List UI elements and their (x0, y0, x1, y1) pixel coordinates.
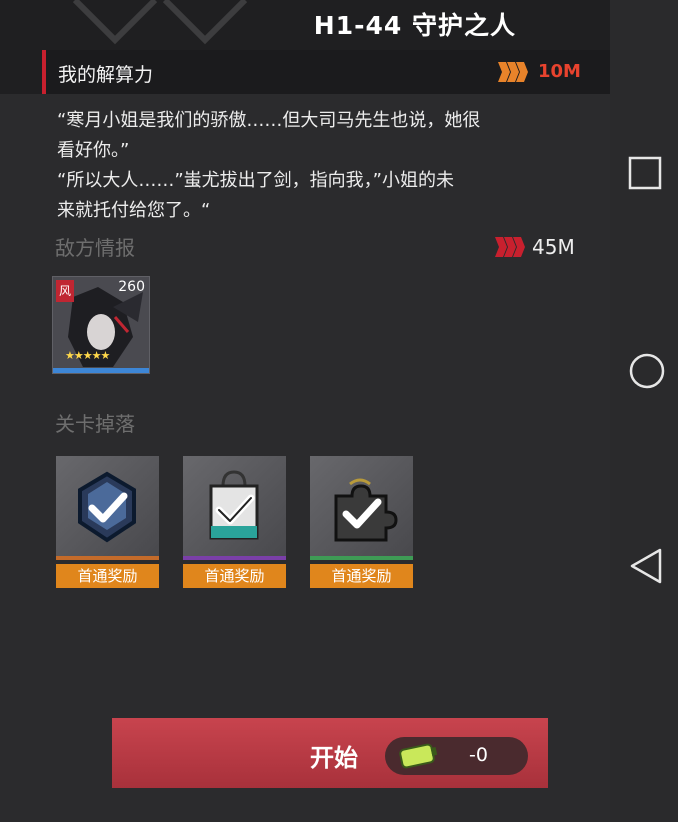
story-line: “寒月小姐是我们的骄傲……但大司马先生也说，她很 (57, 110, 481, 131)
android-nav-bar (610, 0, 678, 822)
enemy-info-title: 敌方情报 (55, 236, 135, 260)
story-line: 看好你。” (57, 140, 130, 161)
calc-stripes-icon (498, 62, 528, 82)
calc-accent (42, 50, 46, 94)
story-line: “所以大人……”蚩尤拔出了剑，指向我，”小姐的未 (57, 170, 454, 191)
calc-power-bar: 我的解算力 10M (42, 50, 620, 94)
drop-item-puzzle[interactable]: 首通奖励 (310, 456, 413, 588)
drop-stripe (56, 556, 159, 560)
drop-stripe (310, 556, 413, 560)
crystal-icon (78, 471, 136, 543)
drop-label: 首通奖励 (183, 564, 286, 588)
drop-label: 首通奖励 (56, 564, 159, 588)
calc-label: 我的解算力 (58, 64, 154, 86)
stamina-cost: -0 (385, 737, 528, 775)
bag-icon (209, 470, 259, 540)
drop-item-crystal[interactable]: 首通奖励 (56, 456, 159, 588)
drops-title: 关卡掉落 (55, 412, 135, 436)
story-line: 来就托付给您了。“ (57, 200, 211, 221)
element-badge: 风 (56, 280, 74, 302)
puzzle-icon (334, 478, 398, 542)
power-stripes-icon (495, 237, 525, 257)
recent-apps-icon[interactable] (628, 156, 662, 190)
back-icon[interactable] (628, 546, 664, 586)
stage-panel: H1-44 守护之人 我的解算力 10M “寒月小姐是我们的骄傲……但大司马先生… (0, 0, 620, 822)
enemy-card-stripe (53, 368, 149, 373)
battery-icon (399, 743, 438, 769)
stage-title: H1-44 守护之人 (313, 11, 516, 40)
start-button[interactable]: 开始 -0 (112, 718, 548, 788)
start-label: 开始 (310, 744, 358, 772)
enemy-stars: ★★★★★ (65, 349, 110, 362)
calc-value: 10M (538, 61, 581, 82)
drop-stripe (183, 556, 286, 560)
enemy-card[interactable]: 风 260 ★★★★★ (52, 276, 150, 374)
drop-label: 首通奖励 (310, 564, 413, 588)
stamina-cost-value: -0 (469, 744, 488, 766)
home-icon[interactable] (628, 352, 666, 390)
story-text: “寒月小姐是我们的骄傲……但大司马先生也说，她很 看好你。” “所以大人……”蚩… (57, 106, 597, 226)
drop-item-bag[interactable]: 首通奖励 (183, 456, 286, 588)
enemy-level: 260 (118, 279, 145, 295)
enemy-power: 45M (532, 235, 575, 259)
